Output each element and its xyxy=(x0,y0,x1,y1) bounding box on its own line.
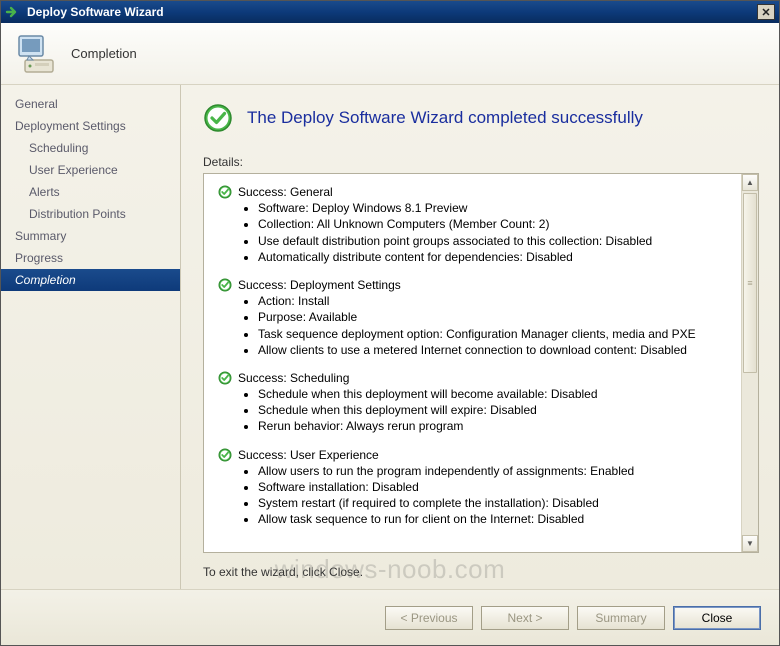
section-title: Success: Deployment Settings xyxy=(238,277,401,293)
window-close-button[interactable]: ✕ xyxy=(757,4,775,20)
exit-note: To exit the wizard, click Close. xyxy=(203,565,759,579)
next-button[interactable]: Next > xyxy=(481,606,569,630)
completion-headline-text: The Deploy Software Wizard completed suc… xyxy=(247,108,643,128)
detail-item: Action: Install xyxy=(258,293,735,309)
wizard-header: Completion xyxy=(1,23,779,85)
completion-headline: The Deploy Software Wizard completed suc… xyxy=(203,103,759,133)
scroll-thumb[interactable] xyxy=(743,193,757,373)
scroll-up-button[interactable]: ▲ xyxy=(742,174,758,191)
detail-item: Collection: All Unknown Computers (Membe… xyxy=(258,216,735,232)
detail-item: Rerun behavior: Always rerun program xyxy=(258,418,735,434)
sidebar-item-user-experience[interactable]: User Experience xyxy=(1,159,180,181)
detail-item: Schedule when this deployment will becom… xyxy=(258,386,735,402)
main-panel: The Deploy Software Wizard completed suc… xyxy=(181,85,779,589)
detail-item: Automatically distribute content for dep… xyxy=(258,249,735,265)
section-title: Success: User Experience xyxy=(238,447,379,463)
sidebar-item-progress[interactable]: Progress xyxy=(1,247,180,269)
success-check-icon xyxy=(218,448,232,462)
sidebar-item-deployment-settings[interactable]: Deployment Settings xyxy=(1,115,180,137)
window-title: Deploy Software Wizard xyxy=(27,5,164,19)
success-check-icon xyxy=(218,371,232,385)
wizard-body: General Deployment Settings Scheduling U… xyxy=(1,85,779,589)
section-deployment-settings: Success: Deployment Settings Action: Ins… xyxy=(218,277,735,358)
section-title: Success: Scheduling xyxy=(238,370,349,386)
details-content: Success: General Software: Deploy Window… xyxy=(204,174,741,552)
scrollbar[interactable]: ▲ ▼ xyxy=(741,174,758,552)
detail-item: Task sequence deployment option: Configu… xyxy=(258,326,735,342)
wizard-arrow-icon xyxy=(5,4,21,20)
success-check-icon xyxy=(203,103,233,133)
detail-item: Software installation: Disabled xyxy=(258,479,735,495)
sidebar-item-alerts[interactable]: Alerts xyxy=(1,181,180,203)
section-user-experience: Success: User Experience Allow users to … xyxy=(218,447,735,528)
detail-item: Schedule when this deployment will expir… xyxy=(258,402,735,418)
wizard-footer: < Previous Next > Summary Close xyxy=(1,589,779,645)
detail-item: Allow task sequence to run for client on… xyxy=(258,511,735,527)
details-box: Success: General Software: Deploy Window… xyxy=(203,173,759,553)
scroll-down-button[interactable]: ▼ xyxy=(742,535,758,552)
close-button[interactable]: Close xyxy=(673,606,761,630)
detail-item: System restart (if required to complete … xyxy=(258,495,735,511)
section-title: Success: General xyxy=(238,184,333,200)
sidebar-item-scheduling[interactable]: Scheduling xyxy=(1,137,180,159)
sidebar-item-completion[interactable]: Completion xyxy=(1,269,180,291)
success-check-icon xyxy=(218,278,232,292)
detail-item: Allow clients to use a metered Internet … xyxy=(258,342,735,358)
computer-icon xyxy=(15,32,59,76)
detail-item: Use default distribution point groups as… xyxy=(258,233,735,249)
sidebar-item-summary[interactable]: Summary xyxy=(1,225,180,247)
sidebar-item-distribution-points[interactable]: Distribution Points xyxy=(1,203,180,225)
titlebar: Deploy Software Wizard ✕ xyxy=(1,1,779,23)
sidebar: General Deployment Settings Scheduling U… xyxy=(1,85,181,589)
close-icon: ✕ xyxy=(761,6,770,19)
detail-item: Software: Deploy Windows 8.1 Preview xyxy=(258,200,735,216)
details-label: Details: xyxy=(203,155,759,169)
section-general: Success: General Software: Deploy Window… xyxy=(218,184,735,265)
section-scheduling: Success: Scheduling Schedule when this d… xyxy=(218,370,735,435)
step-title: Completion xyxy=(71,46,137,61)
scroll-track[interactable] xyxy=(742,191,758,535)
success-check-icon xyxy=(218,185,232,199)
previous-button[interactable]: < Previous xyxy=(385,606,473,630)
detail-item: Allow users to run the program independe… xyxy=(258,463,735,479)
summary-button[interactable]: Summary xyxy=(577,606,665,630)
sidebar-item-general[interactable]: General xyxy=(1,93,180,115)
detail-item: Purpose: Available xyxy=(258,309,735,325)
